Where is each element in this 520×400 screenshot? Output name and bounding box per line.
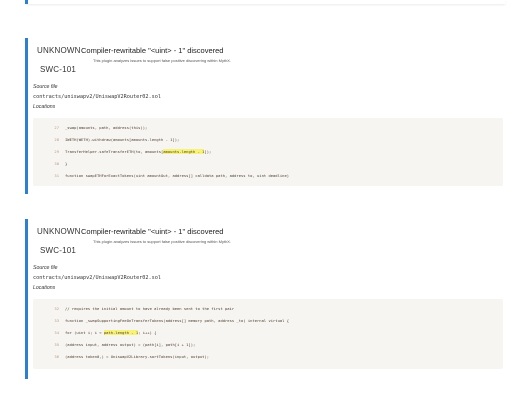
code-line: 32 // requires the initial amount to have…	[33, 306, 503, 315]
code-text: TransferHelper.safeTransferETH(to, amoun…	[65, 149, 212, 154]
highlighted-expression: path.length - 1	[103, 330, 139, 335]
code-text: function _swapSupportingFeeOnTransferTok…	[65, 318, 290, 323]
locations-label: Locations	[33, 285, 56, 291]
finding-title: Compiler-rewritable "<uint> - 1" discove…	[81, 46, 224, 55]
finding-card: UNKNOWN SWC-101 Compiler-rewritable "<ui…	[25, 38, 505, 194]
line-number: 29	[54, 149, 59, 154]
source-file-label: Source file	[33, 265, 58, 271]
finding-description: This plugin analyzes issues to support f…	[93, 239, 232, 244]
line-number: 34	[54, 330, 59, 335]
line-number: 31	[54, 173, 59, 178]
locations-label: Locations	[33, 104, 56, 110]
code-line: 27 _swap(amounts, path, address(this));	[33, 125, 503, 134]
code-text: function swapETHForExactTokens(uint amou…	[65, 173, 290, 178]
code-text: IWETH(WETH).withdraw(amounts[amounts.len…	[65, 137, 180, 142]
finding-header: UNKNOWN SWC-101 Compiler-rewritable "<ui…	[37, 46, 477, 82]
severity-label: UNKNOWN	[37, 227, 81, 236]
severity-block: UNKNOWN SWC-101	[37, 46, 81, 74]
code-text: (address token0,) = UniswapV2Library.sor…	[65, 354, 210, 359]
line-number: 33	[54, 318, 59, 323]
line-number: 28	[54, 137, 59, 142]
code-line: 30}	[33, 161, 503, 170]
swc-id: SWC-101	[39, 246, 77, 255]
severity-label: UNKNOWN	[37, 46, 81, 55]
code-line: 35 (address input, address output) = (pat…	[33, 342, 503, 351]
code-line: 33 function _swapSupportingFeeOnTransferT…	[33, 318, 503, 327]
code-snippet: 27 _swap(amounts, path, address(this)); 2…	[33, 118, 503, 186]
swc-id: SWC-101	[39, 65, 77, 74]
severity-bar	[25, 219, 28, 379]
code-line: 36 (address token0,) = UniswapV2Library.s…	[33, 354, 503, 363]
line-number: 35	[54, 342, 59, 347]
code-text: _swap(amounts, path, address(this));	[65, 125, 148, 130]
source-file-path[interactable]: contracts/uniswapv2/UniswapV2Router02.so…	[33, 275, 161, 281]
code-text: }	[65, 161, 68, 166]
finding-title: Compiler-rewritable "<uint> - 1" discove…	[81, 227, 224, 236]
previous-finding-card	[25, 0, 505, 4]
code-line: 29 TransferHelper.safeTransferETH(to, amo…	[33, 149, 503, 158]
code-text: (address input, address output) = (path[…	[65, 342, 196, 347]
line-number: 36	[54, 354, 59, 359]
highlighted-expression: amounts.length - 1	[163, 149, 205, 154]
finding-description: This plugin analyzes issues to support f…	[93, 58, 232, 63]
source-file-path[interactable]: contracts/uniswapv2/UniswapV2Router02.so…	[33, 94, 161, 100]
code-line: 28 IWETH(WETH).withdraw(amounts[amounts.l…	[33, 137, 503, 146]
severity-block: UNKNOWN SWC-101	[37, 227, 81, 255]
line-number: 27	[54, 125, 59, 130]
finding-header: UNKNOWN SWC-101 Compiler-rewritable "<ui…	[37, 227, 477, 263]
code-text: // requires the initial amount to have a…	[65, 306, 235, 311]
line-number: 32	[54, 306, 59, 311]
code-line: 31 function swapETHForExactTokens(uint am…	[33, 173, 503, 182]
source-file-label: Source file	[33, 84, 58, 90]
finding-card: UNKNOWN SWC-101 Compiler-rewritable "<ui…	[25, 219, 505, 379]
code-text: for (uint i; i < path.length - 1; i++) {	[65, 330, 157, 335]
severity-bar	[25, 38, 28, 194]
severity-bar	[25, 0, 28, 4]
line-number: 30	[54, 161, 59, 166]
code-snippet: 32 // requires the initial amount to have…	[33, 299, 503, 369]
code-line: 34 for (uint i; i < path.length - 1; i++)…	[33, 330, 503, 339]
